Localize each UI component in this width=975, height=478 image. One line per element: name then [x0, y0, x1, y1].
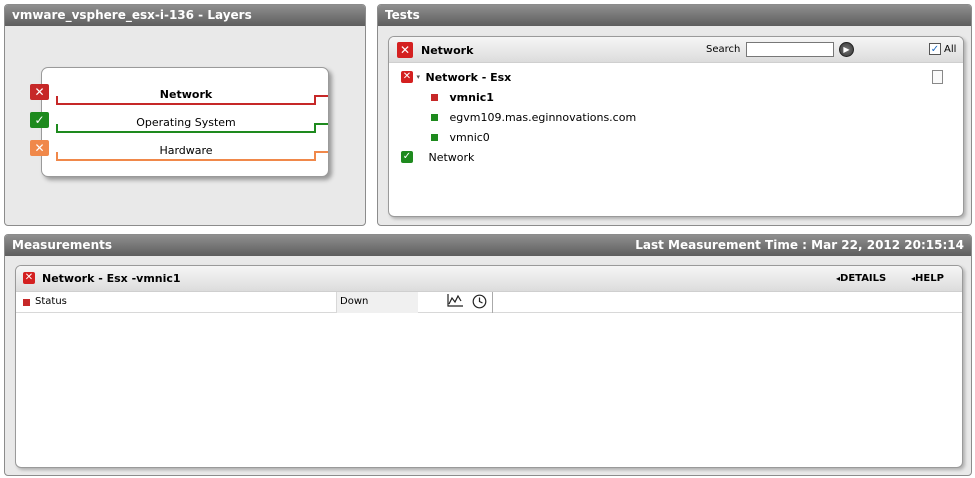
all-label: All: [944, 44, 957, 55]
tests-header: Tests: [378, 5, 971, 26]
ok-check-icon[interactable]: ✓: [30, 112, 49, 128]
test-critical-x-icon: ✕: [23, 272, 35, 284]
measurements-box: ✕ Network - Esx -vmnic1 ◂DETAILS ◂HELP S…: [15, 265, 963, 468]
tests-toolbar: ✕ Network Search ▶ ✓ All: [389, 37, 963, 63]
tree-group-label: Network - Esx: [425, 70, 512, 84]
tests-title: Tests: [385, 8, 420, 22]
selected-layer-name: Network: [421, 44, 474, 57]
unknown-x-icon[interactable]: ✕: [30, 140, 49, 156]
layer-network-line: [56, 103, 314, 105]
document-icon[interactable]: [932, 70, 943, 84]
layer-network[interactable]: Network: [42, 82, 330, 110]
tree-group-network[interactable]: ✓ Network: [401, 150, 474, 164]
measurements-panel: Measurements Last Measurement Time : Mar…: [4, 234, 972, 476]
search-label: Search: [706, 44, 741, 55]
layer-os-label: Operating System: [136, 116, 236, 129]
measurement-value: Down: [340, 296, 369, 307]
group-critical-x-icon: ✕: [401, 71, 413, 83]
layer-operating-system[interactable]: Operating System: [42, 110, 330, 138]
measurement-name: Status: [35, 296, 67, 307]
tree-item-vmnic1[interactable]: vmnic1: [431, 91, 494, 104]
tests-panel: Tests ✕ Network Search ▶ ✓ All ✕ ▾ Netwo…: [377, 4, 972, 226]
layer-hardware-line: [56, 159, 314, 161]
measurements-title: Measurements: [12, 238, 112, 252]
tree-item-label: egvm109.mas.eginnovations.com: [449, 111, 637, 124]
ok-square-icon: [431, 134, 438, 141]
details-label: DETAILS: [840, 273, 887, 284]
layer-hardware-label: Hardware: [159, 144, 213, 157]
tree-item-label: vmnic1: [449, 91, 494, 104]
measurements-header: Measurements Last Measurement Time : Mar…: [5, 235, 971, 256]
tree-item-label: vmnic0: [449, 131, 490, 144]
critical-square-icon: [431, 94, 438, 101]
critical-square-icon: [23, 299, 30, 306]
row-divider: [492, 292, 493, 313]
clock-icon[interactable]: [472, 294, 487, 312]
details-button[interactable]: ◂DETAILS: [836, 273, 886, 284]
measurements-toolbar: ✕ Network - Esx -vmnic1 ◂DETAILS ◂HELP: [16, 266, 962, 292]
graph-icon[interactable]: [447, 293, 464, 311]
search-go-icon[interactable]: ▶: [839, 42, 854, 57]
layers-panel: vmware_vsphere_esx-i-136 - Layers Networ…: [4, 4, 366, 226]
help-label: HELP: [915, 273, 944, 284]
ok-check-icon: ✓: [401, 151, 413, 163]
layer-critical-x-icon: ✕: [397, 42, 413, 58]
last-measurement-time: Last Measurement Time : Mar 22, 2012 20:…: [635, 238, 964, 252]
tree-group-network-esx[interactable]: ✕ ▾ Network - Esx: [401, 70, 511, 84]
tree-item-vmnic0[interactable]: vmnic0: [431, 131, 490, 144]
search-input[interactable]: [746, 42, 834, 57]
layer-model-card: Network Operating System Hardware: [41, 67, 329, 177]
tree-group-label: Network: [428, 150, 475, 164]
help-button[interactable]: ◂HELP: [911, 273, 944, 284]
all-checkbox[interactable]: ✓: [929, 43, 941, 55]
layer-network-label: Network: [159, 88, 213, 101]
layers-header: vmware_vsphere_esx-i-136 - Layers: [5, 5, 365, 26]
ok-square-icon: [431, 114, 438, 121]
layers-title: vmware_vsphere_esx-i-136 - Layers: [12, 8, 252, 22]
layer-os-line: [56, 131, 314, 133]
measurement-row: Status Down: [16, 292, 962, 313]
tree-item-egvm109[interactable]: egvm109.mas.eginnovations.com: [431, 111, 636, 124]
critical-x-icon[interactable]: ✕: [30, 84, 49, 100]
expand-chevron-icon[interactable]: ▾: [417, 73, 421, 81]
test-title: Network - Esx -vmnic1: [42, 272, 181, 285]
tests-box: ✕ Network Search ▶ ✓ All ✕ ▾ Network - E…: [388, 36, 964, 217]
layer-hardware[interactable]: Hardware: [42, 138, 330, 166]
